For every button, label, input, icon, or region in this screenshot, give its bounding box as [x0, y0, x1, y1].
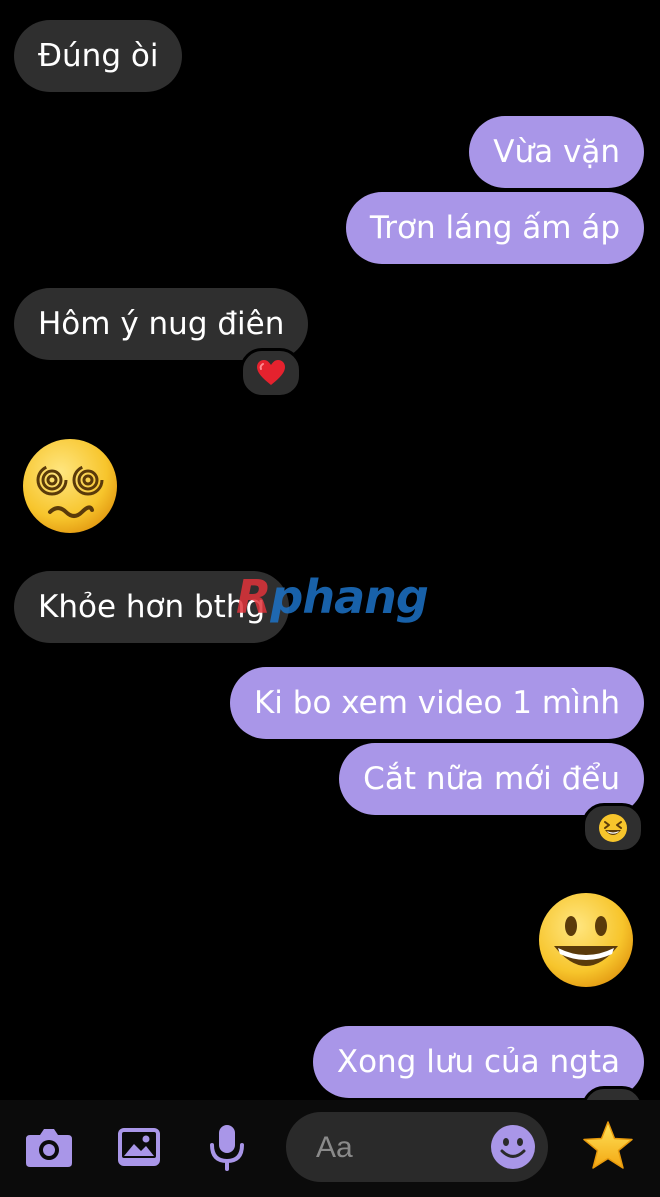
message-incoming[interactable]: Đúng òi	[14, 20, 183, 92]
message-input-container[interactable]	[286, 1112, 548, 1184]
sticker-grinning-face[interactable]	[536, 890, 636, 990]
message-text: Đúng òi	[38, 38, 159, 74]
star-icon	[583, 1121, 633, 1169]
composer-bar	[0, 1100, 660, 1197]
grinning-face-icon	[539, 893, 633, 987]
gallery-button[interactable]	[114, 1122, 164, 1172]
message-text: Ki bo xem video 1 mình	[253, 685, 620, 721]
message-text: Xong lưu của ngta	[336, 1044, 620, 1080]
quick-reaction-button[interactable]	[580, 1118, 636, 1174]
heart-icon	[257, 360, 285, 385]
camera-button[interactable]	[24, 1122, 74, 1172]
message-text: Hôm ý nug điên	[38, 306, 285, 342]
dizzy-face-icon	[23, 439, 117, 533]
message-text: Vừa vặn	[493, 134, 620, 170]
camera-icon	[26, 1129, 72, 1167]
message-outgoing[interactable]: Ki bo xem video 1 mình	[229, 667, 644, 739]
microphone-icon	[210, 1125, 244, 1171]
message-outgoing[interactable]: Vừa vặn	[469, 116, 644, 188]
emoji-button[interactable]	[490, 1124, 536, 1170]
message-thread: Đúng òi Vừa vặn Trơn láng ấm áp Hôm ý nu…	[0, 0, 660, 1100]
sticker-dizzy-face[interactable]	[20, 436, 120, 536]
message-outgoing[interactable]: Trơn láng ấm áp	[345, 192, 644, 264]
message-input[interactable]	[314, 1112, 488, 1184]
reaction-heart[interactable]	[240, 348, 302, 398]
emoji-icon	[491, 1125, 535, 1169]
reaction-laughing[interactable]	[582, 803, 644, 853]
microphone-button[interactable]	[202, 1122, 252, 1172]
message-text: Khỏe hơn bthg	[38, 589, 266, 625]
gallery-icon	[118, 1128, 160, 1166]
message-text: Cắt nữa mới đểu	[363, 761, 620, 797]
grinning-squinting-icon	[599, 814, 627, 842]
message-incoming[interactable]: Khỏe hơn bthg	[14, 571, 290, 643]
watermark-text: phang	[270, 570, 428, 624]
message-text: Trơn láng ấm áp	[369, 210, 620, 246]
